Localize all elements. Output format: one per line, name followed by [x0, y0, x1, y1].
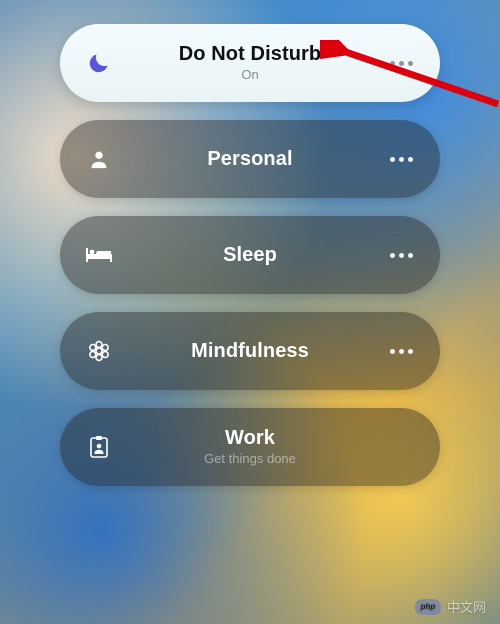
- ellipsis-icon: [390, 349, 413, 354]
- focus-item-text: Do Not Disturb On: [116, 43, 384, 83]
- focus-item-label: Sleep: [223, 244, 277, 267]
- focus-item-personal[interactable]: Personal: [60, 120, 440, 198]
- person-icon: [82, 148, 116, 170]
- focus-item-text: Work Get things done: [116, 427, 384, 467]
- moon-icon: [82, 51, 116, 75]
- ellipsis-icon: [390, 61, 413, 66]
- watermark-text: 中文网: [447, 597, 486, 616]
- more-button[interactable]: [384, 61, 418, 66]
- ellipsis-icon: [390, 253, 413, 258]
- bed-icon: [82, 245, 116, 265]
- focus-item-sleep[interactable]: Sleep: [60, 216, 440, 294]
- php-logo-icon: php: [415, 599, 441, 615]
- focus-item-mindfulness[interactable]: Mindfulness: [60, 312, 440, 390]
- flower-icon: [82, 339, 116, 363]
- focus-item-label: Mindfulness: [191, 340, 309, 363]
- more-button[interactable]: [384, 349, 418, 354]
- focus-item-work[interactable]: Work Get things done: [60, 408, 440, 486]
- watermark: php 中文网: [415, 597, 486, 616]
- focus-item-dnd[interactable]: Do Not Disturb On: [60, 24, 440, 102]
- focus-item-sub: Get things done: [204, 452, 296, 467]
- focus-item-text: Personal: [116, 148, 384, 171]
- focus-item-label: Do Not Disturb: [179, 43, 322, 66]
- badge-icon: [82, 435, 116, 459]
- focus-item-sub: On: [241, 68, 258, 83]
- more-button[interactable]: [384, 253, 418, 258]
- focus-item-text: Sleep: [116, 244, 384, 267]
- focus-item-text: Mindfulness: [116, 340, 384, 363]
- focus-item-label: Work: [225, 427, 275, 450]
- ellipsis-icon: [390, 157, 413, 162]
- focus-mode-list: Do Not Disturb On Personal Sleep: [60, 24, 440, 486]
- more-button[interactable]: [384, 157, 418, 162]
- focus-item-label: Personal: [207, 148, 292, 171]
